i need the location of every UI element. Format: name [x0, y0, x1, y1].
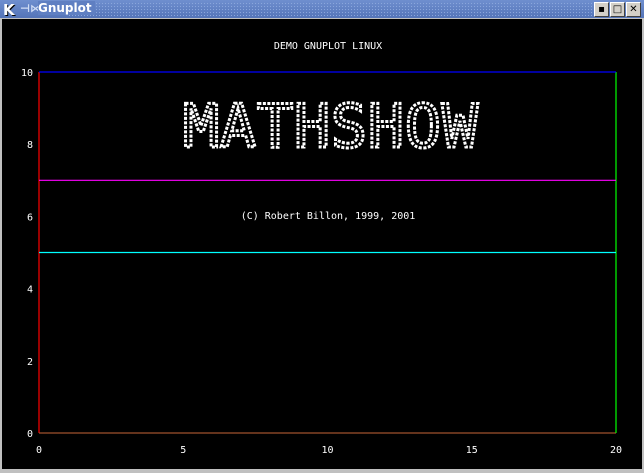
- x-tick-label: 15: [466, 445, 478, 456]
- y-tick-label: 10: [21, 68, 33, 79]
- maximize-icon: □: [612, 4, 623, 15]
- mathshow-banner: MATHSHOW: [183, 92, 479, 162]
- plot-svg: DEMO GNUPLOT LINUX MATHSHOW (C) Robert B…: [21, 41, 622, 456]
- minimize-icon: ▪: [598, 4, 605, 15]
- window-title: Gnuplot: [38, 1, 95, 15]
- x-tick-label: 0: [36, 445, 42, 456]
- close-icon: ✕: [629, 4, 638, 15]
- kde-k-icon[interactable]: K: [3, 1, 15, 19]
- y-tick-label: 8: [27, 140, 33, 151]
- title-bar[interactable]: K ⊣⋈ Gnuplot ▪ □ ✕: [0, 0, 644, 19]
- chart-title: DEMO GNUPLOT LINUX: [274, 41, 382, 52]
- minimize-button[interactable]: ▪: [594, 2, 609, 17]
- close-button[interactable]: ✕: [626, 2, 641, 17]
- maximize-button[interactable]: □: [610, 2, 625, 17]
- plot-canvas: DEMO GNUPLOT LINUX MATHSHOW (C) Robert B…: [2, 19, 642, 469]
- x-tick-label: 20: [610, 445, 622, 456]
- y-tick-label: 2: [27, 357, 33, 368]
- y-tick-label: 0: [27, 429, 33, 440]
- title-bar-texture: [68, 2, 592, 16]
- y-tick-label: 6: [27, 212, 33, 223]
- y-tick-label: 4: [27, 285, 33, 296]
- x-tick-label: 5: [180, 445, 186, 456]
- x-tick-label: 10: [321, 445, 333, 456]
- copyright-text: (C) Robert Billon, 1999, 2001: [241, 211, 416, 222]
